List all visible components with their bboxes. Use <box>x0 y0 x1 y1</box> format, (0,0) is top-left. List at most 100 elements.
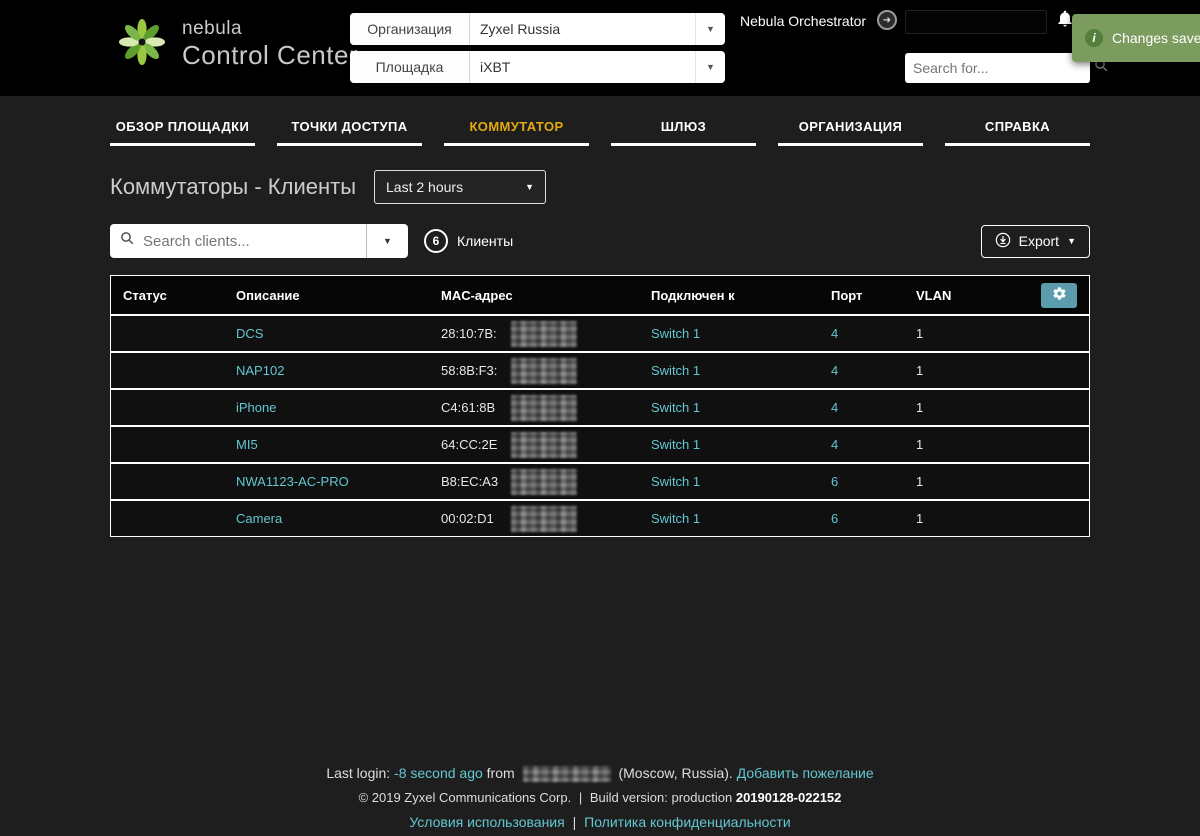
organization-select-label: Организация <box>350 13 470 45</box>
orchestrator-toggle-icon[interactable]: ➜ <box>877 10 897 30</box>
clients-table: Статус Описание MAC-адрес Подключен к По… <box>110 275 1090 537</box>
brand: nebula Control Center <box>116 16 358 73</box>
mac-redacted <box>511 468 577 495</box>
tab-help[interactable]: СПРАВКА <box>945 106 1090 146</box>
global-search <box>905 53 1108 83</box>
separator: | <box>572 814 577 830</box>
vlan-value: 1 <box>916 474 924 489</box>
mac-redacted <box>511 357 577 384</box>
brand-text: nebula Control Center <box>182 18 358 71</box>
time-range-value: Last 2 hours <box>386 179 464 195</box>
last-login-label: Last login: <box>326 764 391 781</box>
login-location: (Moscow, Russia). <box>618 764 733 781</box>
port-link[interactable]: 6 <box>831 511 838 526</box>
page-title: Коммутаторы - Клиенты <box>110 174 357 199</box>
mac-redacted <box>511 505 577 532</box>
table-row: DCS 28:10:7B: Switch 1 4 1 <box>111 314 1089 351</box>
chevron-down-icon: ▼ <box>695 13 725 45</box>
mac-address: 00:02:D1 <box>441 511 494 526</box>
site-select-value: iXBT <box>480 59 511 75</box>
chevron-down-icon: ▼ <box>525 182 535 192</box>
separator: | <box>578 790 583 805</box>
client-description-link[interactable]: MI5 <box>236 437 258 452</box>
col-connected: Подключен к <box>651 287 735 303</box>
table-settings-button[interactable] <box>1041 282 1077 308</box>
vlan-value: 1 <box>916 326 924 341</box>
connected-switch-link[interactable]: Switch 1 <box>651 326 700 341</box>
tab-switch[interactable]: КОММУТАТОР <box>444 106 589 146</box>
tab-access-points[interactable]: ТОЧКИ ДОСТУПА <box>277 106 422 146</box>
mac-address: B8:EC:A3 <box>441 474 499 489</box>
clients-count-label: Клиенты <box>457 233 514 249</box>
clients-search-filter-button[interactable]: ▼ <box>366 224 408 258</box>
footer: Last login: -8 second ago from (Moscow, … <box>0 765 1200 830</box>
port-link[interactable]: 4 <box>831 400 838 415</box>
username-redacted[interactable] <box>905 10 1047 34</box>
col-status: Статус <box>123 287 167 303</box>
add-wish-link[interactable]: Добавить пожелание <box>737 765 874 781</box>
connected-switch-link[interactable]: Switch 1 <box>651 511 700 526</box>
brand-line2: Control Center <box>182 40 359 70</box>
table-row: NAP102 58:8B:F3: Switch 1 4 1 <box>111 351 1089 388</box>
nebula-logo-icon <box>116 16 168 73</box>
orchestrator-label: Nebula Orchestrator <box>740 13 867 29</box>
header: nebula Control Center Организация Zyxel … <box>0 0 1200 96</box>
port-link[interactable]: 6 <box>831 474 838 489</box>
toast-changes-saved[interactable]: i Changes saved <box>1072 14 1200 62</box>
info-icon: i <box>1085 29 1103 47</box>
vlan-value: 1 <box>916 363 924 378</box>
port-link[interactable]: 4 <box>831 326 838 341</box>
organization-select[interactable]: Организация Zyxel Russia ▼ <box>350 13 725 45</box>
download-icon <box>995 232 1011 251</box>
build-mode: production <box>671 790 733 805</box>
client-description-link[interactable]: DCS <box>236 326 263 341</box>
clients-search-box <box>110 224 366 258</box>
mac-redacted <box>511 431 577 458</box>
gear-icon <box>1052 286 1067 304</box>
export-button[interactable]: Export ▼ <box>980 224 1090 258</box>
mac-redacted <box>511 394 577 421</box>
mac-address: 64:CC:2E <box>441 437 498 452</box>
build-version-label: Build version: <box>589 790 668 805</box>
time-range-select[interactable]: Last 2 hours ▼ <box>374 170 547 204</box>
global-search-input[interactable] <box>913 60 1094 76</box>
client-description-link[interactable]: Camera <box>236 511 282 526</box>
table-row: Camera 00:02:D1 Switch 1 6 1 <box>111 499 1089 536</box>
tab-site-overview[interactable]: ОБЗОР ПЛОЩАДКИ <box>110 106 255 146</box>
site-select-label: Площадка <box>350 51 470 83</box>
vlan-value: 1 <box>916 511 924 526</box>
tab-gateway[interactable]: ШЛЮЗ <box>611 106 756 146</box>
export-button-label: Export <box>1018 233 1060 249</box>
connected-switch-link[interactable]: Switch 1 <box>651 474 700 489</box>
mac-redacted <box>511 320 577 347</box>
table-row: NWA1123-AC-PRO B8:EC:A3 Switch 1 6 1 <box>111 462 1089 499</box>
table-row: iPhone C4:61:8B Switch 1 4 1 <box>111 388 1089 425</box>
connected-switch-link[interactable]: Switch 1 <box>651 400 700 415</box>
privacy-policy-link[interactable]: Политика конфиденциальности <box>584 814 791 830</box>
connected-switch-link[interactable]: Switch 1 <box>651 437 700 452</box>
search-icon <box>120 231 135 251</box>
client-description-link[interactable]: NWA1123-AC-PRO <box>236 474 349 489</box>
context-selectors: Организация Zyxel Russia ▼ Площадка iXBT… <box>350 13 725 89</box>
port-link[interactable]: 4 <box>831 363 838 378</box>
site-select[interactable]: Площадка iXBT ▼ <box>350 51 725 83</box>
port-link[interactable]: 4 <box>831 437 838 452</box>
mac-address: 28:10:7B: <box>441 326 497 341</box>
brand-line1: nebula <box>182 18 243 39</box>
mac-address: 58:8B:F3: <box>441 363 498 378</box>
clients-count-badge: 6 <box>424 229 448 253</box>
clients-search-input[interactable] <box>143 232 356 250</box>
col-mac: MAC-адрес <box>441 287 513 303</box>
chevron-down-icon: ▼ <box>383 236 392 246</box>
terms-of-use-link[interactable]: Условия использования <box>409 814 564 830</box>
col-port: Порт <box>831 287 863 303</box>
client-description-link[interactable]: iPhone <box>236 400 276 415</box>
chevron-down-icon: ▼ <box>1067 236 1076 246</box>
connected-switch-link[interactable]: Switch 1 <box>651 363 700 378</box>
mac-address: C4:61:8B <box>441 400 496 415</box>
organization-select-value: Zyxel Russia <box>480 21 561 37</box>
tab-organization[interactable]: ОРГАНИЗАЦИЯ <box>778 106 923 146</box>
clients-search-group: ▼ <box>110 224 408 258</box>
build-number: 20190128-022152 <box>735 790 842 805</box>
client-description-link[interactable]: NAP102 <box>236 363 284 378</box>
